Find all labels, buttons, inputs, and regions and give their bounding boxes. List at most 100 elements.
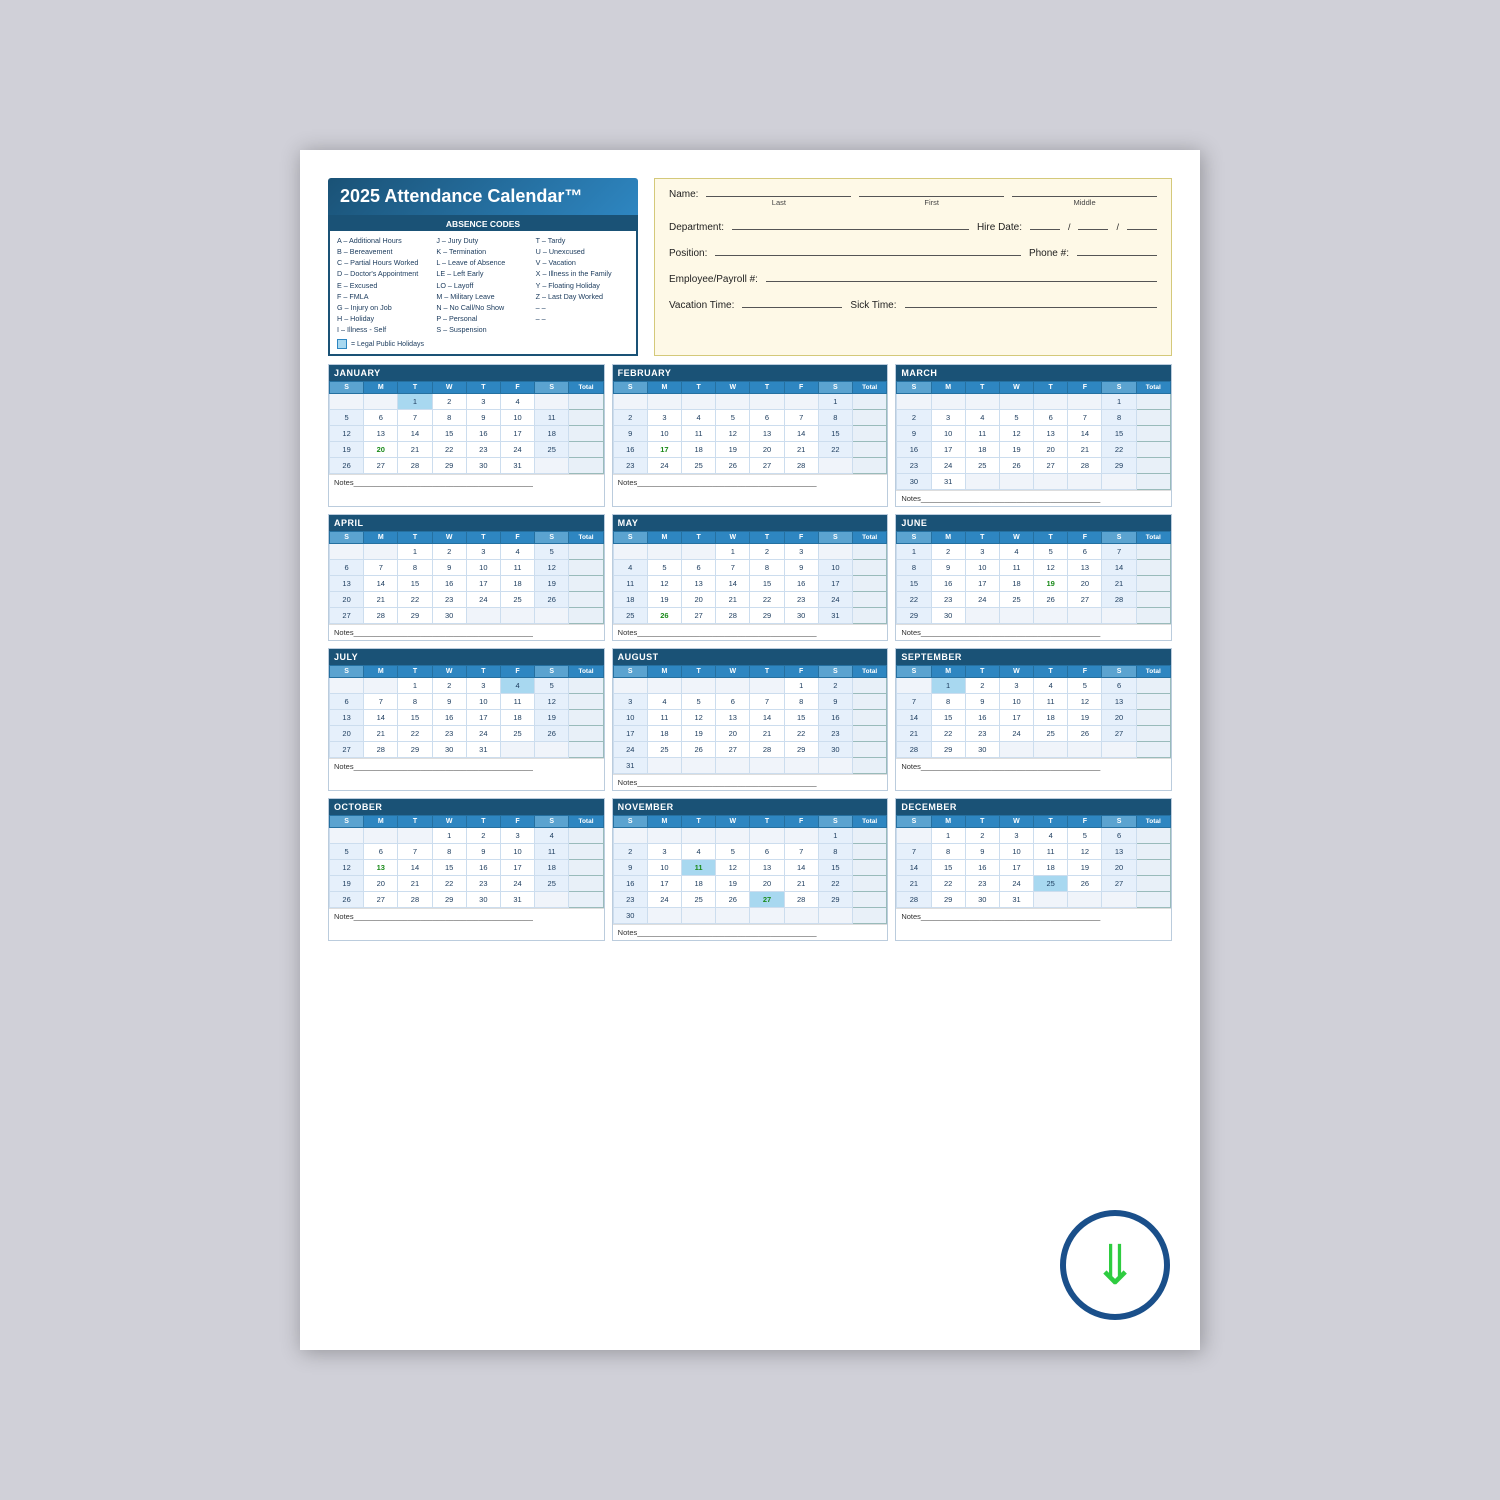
cal-day[interactable]: 2 [432,394,466,410]
cal-day[interactable]: 22 [931,726,965,742]
cal-day[interactable]: 27 [682,608,716,624]
cal-day[interactable]: 10 [466,560,500,576]
cal-day[interactable]: 27 [750,458,784,474]
cal-day[interactable]: 15 [931,710,965,726]
cal-day[interactable]: 4 [1034,678,1068,694]
hire-line2[interactable] [1078,216,1108,230]
cal-day[interactable]: 28 [1102,592,1136,608]
cal-day[interactable]: 23 [818,726,852,742]
cal-day[interactable]: 18 [500,710,534,726]
cal-day[interactable]: 1 [1102,394,1136,410]
cal-day[interactable] [647,828,681,844]
cal-day[interactable] [1068,608,1102,624]
cal-day[interactable]: 26 [1068,876,1102,892]
cal-day[interactable]: 17 [647,876,681,892]
sick-line[interactable] [905,294,1157,308]
cal-day[interactable]: 13 [682,576,716,592]
cal-day[interactable]: 21 [897,876,931,892]
cal-day[interactable]: 11 [535,844,569,860]
cal-day[interactable]: 9 [965,844,999,860]
cal-day[interactable]: 22 [750,592,784,608]
cal-day[interactable]: 1 [818,394,852,410]
cal-day[interactable]: 11 [647,710,681,726]
cal-day[interactable]: 7 [897,844,931,860]
cal-day[interactable]: 28 [897,892,931,908]
cal-day[interactable] [1068,394,1102,410]
cal-day[interactable]: 13 [1102,694,1136,710]
cal-day[interactable] [999,474,1033,490]
cal-day[interactable]: 16 [931,576,965,592]
cal-day[interactable]: 17 [818,576,852,592]
cal-day[interactable]: 19 [716,876,750,892]
cal-day[interactable]: 27 [1034,458,1068,474]
cal-day[interactable]: 1 [716,544,750,560]
cal-day[interactable]: 18 [965,442,999,458]
cal-day[interactable] [784,758,818,774]
cal-day[interactable]: 1 [398,394,432,410]
cal-day[interactable]: 16 [466,860,500,876]
cal-day[interactable] [330,394,364,410]
cal-day[interactable]: 13 [1068,560,1102,576]
cal-day[interactable] [716,908,750,924]
cal-day[interactable]: 29 [1102,458,1136,474]
cal-day[interactable] [716,758,750,774]
cal-day[interactable]: 8 [398,694,432,710]
cal-day[interactable]: 17 [613,726,647,742]
cal-day[interactable] [784,828,818,844]
cal-day[interactable]: 14 [897,860,931,876]
cal-day[interactable]: 6 [716,694,750,710]
cal-day[interactable]: 19 [716,442,750,458]
cal-day[interactable]: 14 [1102,560,1136,576]
cal-day[interactable]: 4 [500,544,534,560]
cal-day[interactable] [750,758,784,774]
cal-day[interactable] [750,908,784,924]
cal-day[interactable]: 15 [398,576,432,592]
cal-day[interactable]: 10 [931,426,965,442]
cal-day[interactable]: 20 [1068,576,1102,592]
cal-day[interactable]: 6 [330,560,364,576]
cal-day[interactable]: 8 [818,844,852,860]
cal-day[interactable]: 15 [1102,426,1136,442]
cal-day[interactable]: 23 [784,592,818,608]
cal-day[interactable]: 9 [466,844,500,860]
cal-day[interactable]: 2 [965,678,999,694]
cal-day[interactable]: 4 [965,410,999,426]
cal-day[interactable]: 4 [500,394,534,410]
cal-day[interactable]: 27 [364,458,398,474]
cal-day[interactable]: 19 [1068,710,1102,726]
cal-day[interactable]: 16 [613,876,647,892]
cal-day[interactable]: 28 [398,892,432,908]
cal-day[interactable]: 18 [500,576,534,592]
cal-day[interactable]: 30 [965,892,999,908]
cal-day[interactable]: 7 [784,844,818,860]
cal-day[interactable]: 22 [818,442,852,458]
cal-day[interactable]: 2 [613,410,647,426]
cal-day[interactable]: 31 [500,892,534,908]
cal-day[interactable]: 8 [432,410,466,426]
cal-day[interactable]: 15 [897,576,931,592]
cal-day[interactable]: 11 [613,576,647,592]
cal-day[interactable]: 3 [647,410,681,426]
cal-day[interactable] [647,908,681,924]
cal-day[interactable]: 9 [931,560,965,576]
cal-day[interactable]: 18 [1034,860,1068,876]
cal-day[interactable]: 22 [1102,442,1136,458]
cal-day[interactable]: 22 [897,592,931,608]
cal-day[interactable] [1034,608,1068,624]
cal-day[interactable]: 1 [931,828,965,844]
cal-day[interactable]: 29 [897,608,931,624]
cal-day[interactable]: 1 [432,828,466,844]
cal-day[interactable]: 19 [1034,576,1068,592]
cal-day[interactable]: 13 [716,710,750,726]
cal-day[interactable]: 5 [716,844,750,860]
cal-day[interactable]: 14 [716,576,750,592]
cal-day[interactable]: 14 [398,426,432,442]
cal-day[interactable]: 30 [466,892,500,908]
cal-day[interactable]: 25 [535,442,569,458]
cal-day[interactable]: 17 [931,442,965,458]
cal-day[interactable]: 29 [398,608,432,624]
cal-day[interactable]: 23 [432,726,466,742]
cal-day[interactable] [818,758,852,774]
cal-day[interactable] [682,678,716,694]
cal-day[interactable]: 31 [500,458,534,474]
